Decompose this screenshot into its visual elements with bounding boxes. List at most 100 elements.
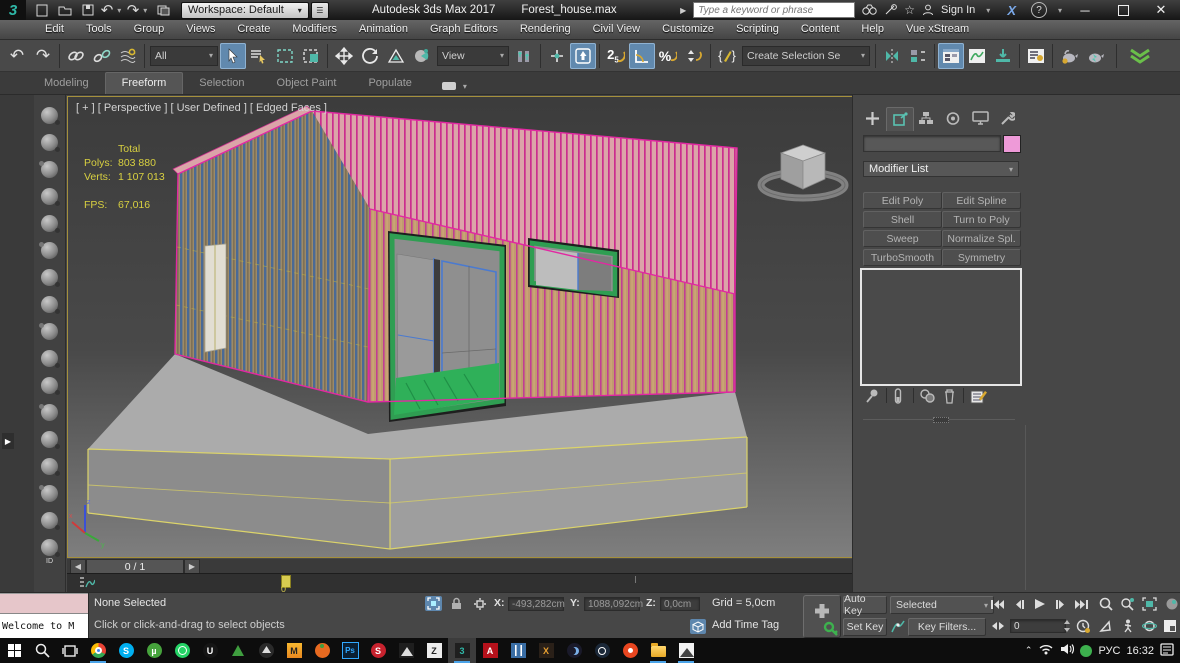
x-coordinate-field[interactable]: -493,282cm	[508, 597, 564, 611]
freeform-tool-icon[interactable]	[41, 188, 58, 205]
freeform-tool-icon[interactable]	[41, 323, 58, 340]
zoom-icon[interactable]	[1096, 596, 1115, 612]
turn-to-poly-button[interactable]: Turn to Poly	[942, 211, 1021, 228]
new-scene-icon[interactable]	[32, 2, 52, 18]
menu-vue-xstream[interactable]: Vue xStream	[895, 20, 980, 39]
go-to-end-icon[interactable]	[1072, 596, 1091, 612]
curve-editor-icon[interactable]	[964, 43, 990, 69]
adobe-icon[interactable]: A	[476, 638, 504, 663]
selection-filter-dropdown[interactable]: All▾	[150, 46, 218, 66]
start-button-icon[interactable]	[0, 638, 28, 663]
modifier-stack[interactable]	[860, 268, 1022, 386]
render-setup-icon[interactable]	[1023, 43, 1049, 69]
freeform-tool-icon[interactable]	[41, 431, 58, 448]
pan-view-icon[interactable]	[1096, 618, 1115, 634]
menu-customize[interactable]: Customize	[651, 20, 725, 39]
tab-freeform[interactable]: Freeform	[105, 72, 184, 94]
align-icon[interactable]	[905, 43, 931, 69]
menu-animation[interactable]: Animation	[348, 20, 419, 39]
file-explorer-icon[interactable]	[644, 638, 672, 663]
wifi-icon[interactable]	[1038, 643, 1054, 658]
zoom-extents-icon[interactable]	[1140, 596, 1159, 612]
z-coordinate-field[interactable]: 0,0cm	[660, 597, 700, 611]
tab-modeling[interactable]: Modeling	[28, 73, 105, 94]
render-frame-icon[interactable]	[1056, 43, 1082, 69]
select-and-rotate-icon[interactable]	[357, 43, 383, 69]
set-key-mode-icon[interactable]	[888, 618, 907, 634]
menu-tools[interactable]: Tools	[75, 20, 123, 39]
time-slider-thumb[interactable]: 0 / 1	[86, 559, 184, 574]
redo-icon[interactable]: ↷▾	[124, 2, 150, 18]
marmoset-icon[interactable]: M	[280, 638, 308, 663]
project-folder-icon[interactable]	[153, 2, 173, 18]
isolate-selection-icon[interactable]	[425, 596, 442, 611]
select-by-name-icon[interactable]	[246, 43, 272, 69]
sign-in-label[interactable]: Sign In	[941, 4, 975, 16]
substance-icon[interactable]: S	[364, 638, 392, 663]
close-button[interactable]: ✕	[1142, 0, 1180, 20]
sweep-button[interactable]: Sweep	[863, 230, 942, 247]
freeform-tool-icon[interactable]	[41, 377, 58, 394]
modifier-list-dropdown[interactable]: Modifier List▾	[863, 161, 1019, 177]
freeform-tool-icon[interactable]	[41, 242, 58, 259]
previous-frame-icon[interactable]	[1009, 596, 1028, 612]
select-and-link-icon[interactable]	[63, 43, 89, 69]
menu-group[interactable]: Group	[123, 20, 176, 39]
shell-button[interactable]: Shell	[863, 211, 942, 228]
select-and-manipulate-icon[interactable]	[544, 43, 570, 69]
workspace-menu-icon[interactable]: ☰	[311, 2, 329, 19]
modify-panel-tab[interactable]	[886, 107, 914, 131]
named-selection-set-dropdown[interactable]: Create Selection Se▾	[742, 46, 870, 66]
schematic-view-icon[interactable]	[990, 43, 1016, 69]
freeform-tool-icon[interactable]	[41, 296, 58, 313]
freeform-tool-icon[interactable]	[41, 134, 58, 151]
select-and-place-icon[interactable]	[409, 43, 435, 69]
reference-coordinate-dropdown[interactable]: View▾	[437, 46, 509, 66]
track-bar[interactable]: 0	[67, 573, 853, 594]
perspective-viewport[interactable]: z x y [ + ] [ Perspective ] [ User Defin…	[67, 96, 853, 558]
undo-button[interactable]: ↶	[4, 43, 30, 69]
named-selection-sets-icon[interactable]: {}	[714, 43, 740, 69]
communication-center-icon[interactable]	[884, 1, 897, 19]
infocenter-arrow-icon[interactable]: ▶	[680, 6, 686, 15]
search-binoculars-icon[interactable]	[862, 1, 877, 19]
task-view-icon[interactable]	[56, 638, 84, 663]
select-object-button[interactable]	[220, 43, 246, 69]
go-to-start-icon[interactable]	[988, 596, 1007, 612]
angle-snap-icon[interactable]	[629, 43, 655, 69]
snaps-toggle-icon[interactable]: 25	[603, 43, 629, 69]
notifications-icon[interactable]	[1160, 643, 1174, 659]
favorites-star-icon[interactable]: ☆	[904, 1, 915, 19]
freeform-tool-icon[interactable]	[41, 404, 58, 421]
pin-stack-icon[interactable]	[865, 387, 879, 405]
restore-button[interactable]	[1104, 0, 1142, 20]
field-of-view-icon[interactable]	[1162, 596, 1180, 612]
sign-in-person-icon[interactable]	[922, 1, 934, 19]
freeform-tool-icon[interactable]	[41, 539, 58, 556]
object-color-swatch[interactable]	[1003, 135, 1021, 153]
object-name-field[interactable]	[863, 135, 1001, 152]
time-back-arrow[interactable]: ◀	[70, 559, 86, 574]
listener-text[interactable]: Welcome to M	[0, 614, 88, 638]
maximize-viewport-icon[interactable]	[1160, 618, 1179, 634]
menu-modifiers[interactable]: Modifiers	[281, 20, 348, 39]
freeform-tool-icon[interactable]	[41, 350, 58, 367]
tab-selection[interactable]: Selection	[183, 73, 260, 94]
photos-app-icon[interactable]	[672, 638, 700, 663]
freeform-tool-icon[interactable]	[41, 107, 58, 124]
help-caret-icon[interactable]: ▾	[1058, 6, 1062, 15]
normalize-spline-button[interactable]: Normalize Spl.	[942, 230, 1021, 247]
carrot-app-icon[interactable]	[308, 638, 336, 663]
menu-views[interactable]: Views	[175, 20, 226, 39]
create-panel-tab[interactable]	[859, 107, 885, 130]
y-coordinate-field[interactable]: 1088,092cm	[584, 597, 640, 611]
next-frame-icon[interactable]	[1051, 596, 1070, 612]
menu-edit[interactable]: Edit	[34, 20, 75, 39]
freeform-tool-icon[interactable]	[41, 485, 58, 502]
freeform-tool-icon[interactable]	[41, 269, 58, 286]
menu-civil-view[interactable]: Civil View	[582, 20, 651, 39]
tray-expand-icon[interactable]: ⌃	[1025, 645, 1033, 656]
mini-curve-editor-icon[interactable]	[79, 576, 95, 593]
current-frame-field[interactable]: 0	[1010, 619, 1066, 633]
play-animation-icon[interactable]	[1030, 596, 1049, 612]
